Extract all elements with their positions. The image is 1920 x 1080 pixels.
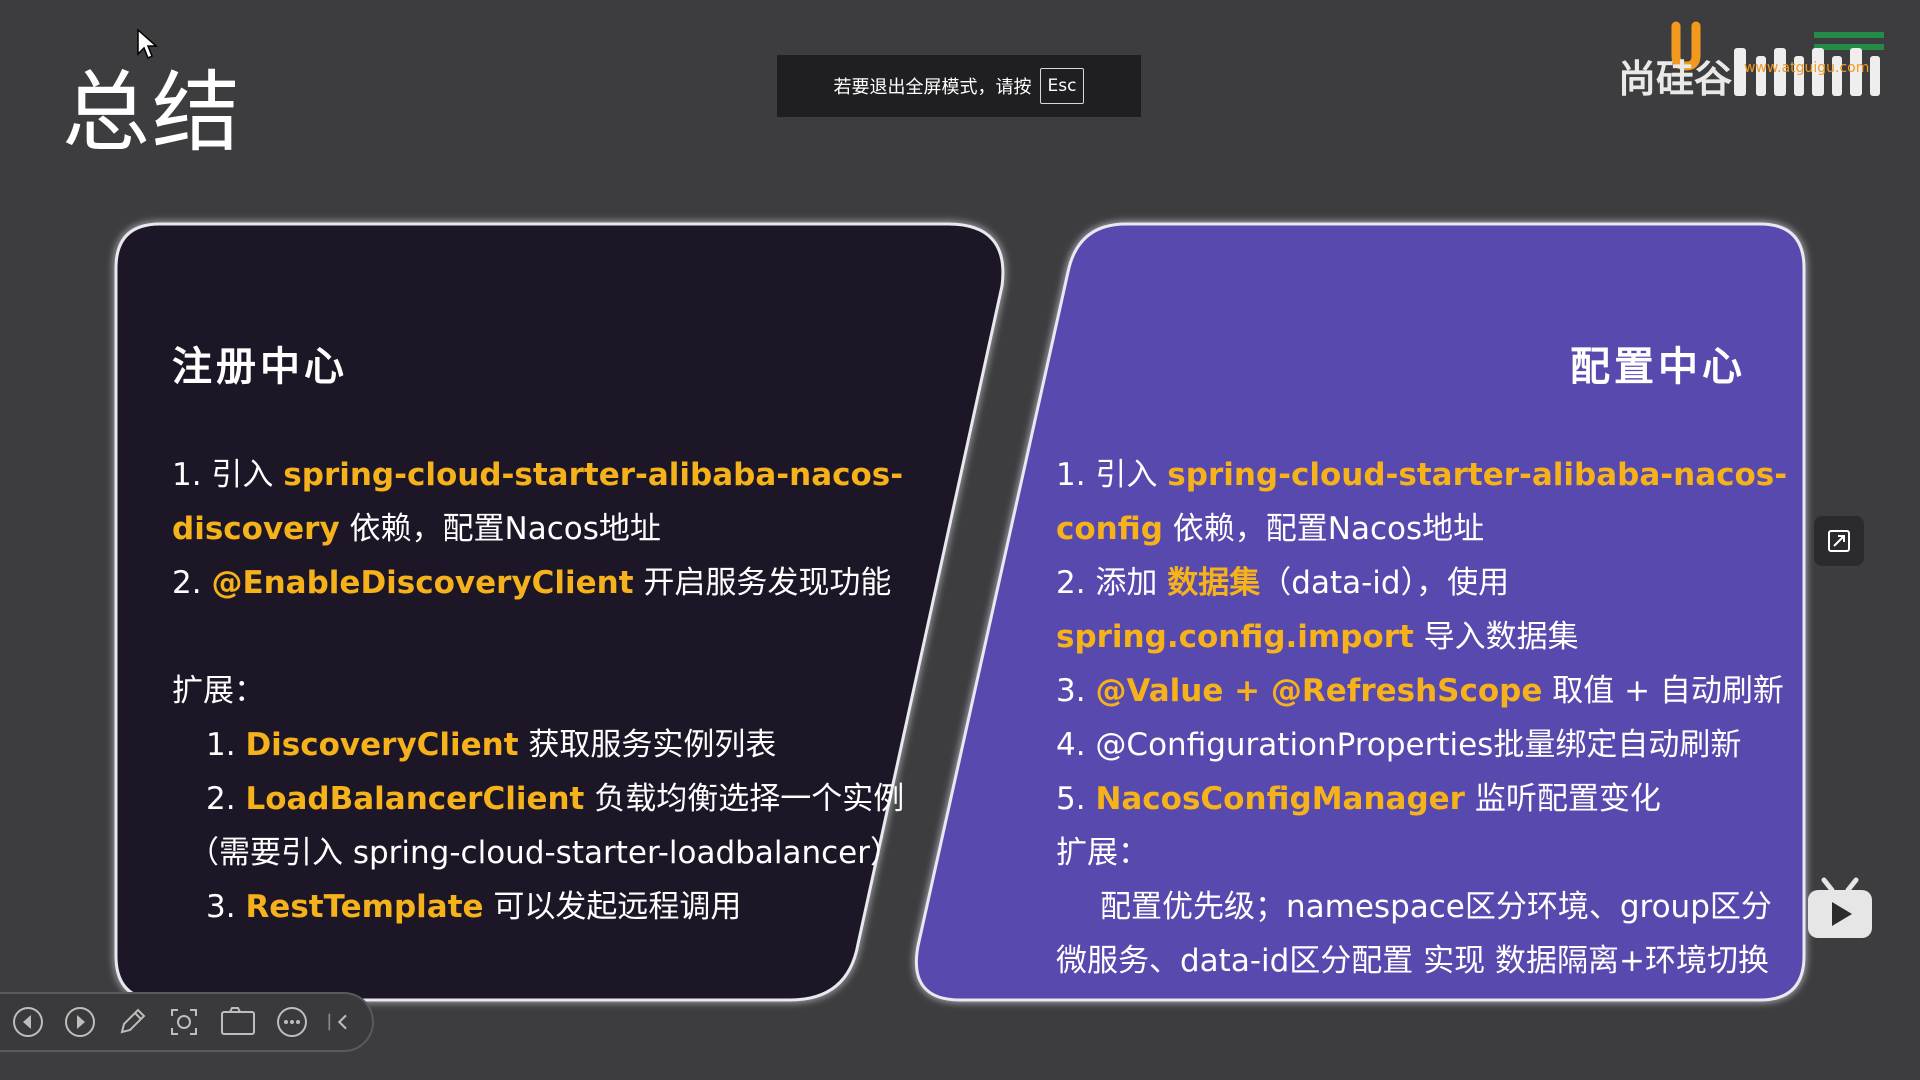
- left-panel-items: 1. 引入 spring-cloud-starter-alibaba-nacos…: [172, 448, 903, 610]
- right-panel-heading: 配置中心: [1570, 344, 1746, 390]
- collapse-toolbar-icon[interactable]: [326, 1004, 356, 1040]
- expand-icon: [1828, 530, 1850, 552]
- left-ext-label: 扩展：: [172, 673, 265, 709]
- more-options-icon[interactable]: [274, 1004, 310, 1040]
- bilibili-tv-button[interactable]: [1804, 874, 1876, 942]
- list-item: 1. 引入 spring-cloud-starter-alibaba-nacos…: [1056, 457, 1788, 493]
- left-panel-heading: 注册中心: [172, 344, 348, 390]
- left-ext-items: 1. DiscoveryClient 获取服务实例列表 2. LoadBalan…: [188, 718, 905, 934]
- list-item: discovery 依赖，配置Nacos地址: [172, 511, 661, 547]
- zoom-icon[interactable]: [166, 1004, 202, 1040]
- list-item: 微服务、data-id区分配置 实现 数据隔离+环境切换: [1056, 943, 1769, 979]
- list-item: （需要引入 spring-cloud-starter-loadbalancer）: [188, 835, 901, 871]
- list-item: 3. @Value + @RefreshScope 取值 + 自动刷新: [1056, 673, 1784, 709]
- list-item: 3. RestTemplate 可以发起远程调用: [206, 889, 742, 925]
- list-item: 2. 添加 数据集（data-id），使用: [1056, 565, 1510, 601]
- list-item: 1. DiscoveryClient 获取服务实例列表: [206, 727, 777, 763]
- next-slide-icon[interactable]: [62, 1004, 98, 1040]
- slide-stage: 总结 若要退出全屏模式，请按 Esc 尚硅谷 www.atguigu.com 注…: [0, 0, 1920, 1080]
- picture-in-picture-button[interactable]: [1814, 516, 1864, 566]
- camera-icon[interactable]: [218, 1004, 258, 1040]
- list-item: 4. @ConfigurationProperties批量绑定自动刷新: [1056, 727, 1742, 763]
- list-item: 2. LoadBalancerClient 负载均衡选择一个实例: [206, 781, 905, 817]
- list-item: 1. 引入 spring-cloud-starter-alibaba-nacos…: [172, 457, 904, 493]
- pen-icon[interactable]: [114, 1004, 150, 1040]
- tv-play-icon: [1808, 877, 1872, 938]
- previous-slide-icon[interactable]: [10, 1004, 46, 1040]
- list-item: 5. NacosConfigManager 监听配置变化: [1056, 781, 1661, 817]
- list-item: 2. @EnableDiscoveryClient 开启服务发现功能: [172, 565, 892, 601]
- right-panel-items: 1. 引入 spring-cloud-starter-alibaba-nacos…: [1056, 448, 1787, 988]
- list-item: spring.config.import 导入数据集: [1056, 619, 1579, 655]
- list-item: config 依赖，配置Nacos地址: [1056, 511, 1485, 547]
- presentation-toolbar: [0, 992, 374, 1052]
- list-item: 配置优先级；namespace区分环境、group区分: [1100, 889, 1772, 925]
- right-ext-label: 扩展：: [1056, 835, 1149, 871]
